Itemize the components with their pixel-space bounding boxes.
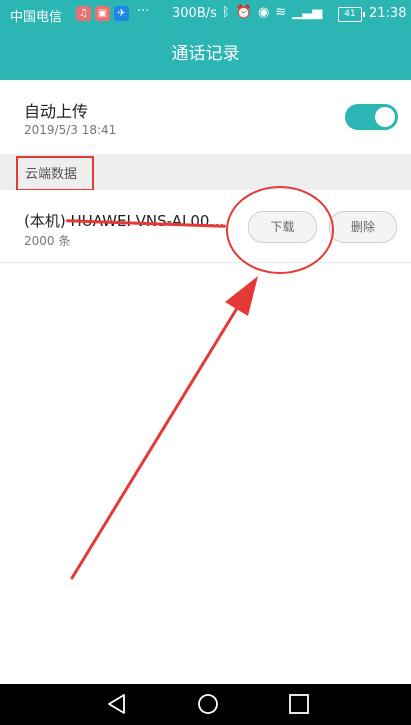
annotation-arrow — [70, 276, 258, 580]
back-icon[interactable] — [105, 692, 129, 716]
recents-icon[interactable] — [287, 692, 311, 716]
home-icon[interactable] — [196, 692, 220, 716]
navigation-bar — [0, 684, 411, 725]
